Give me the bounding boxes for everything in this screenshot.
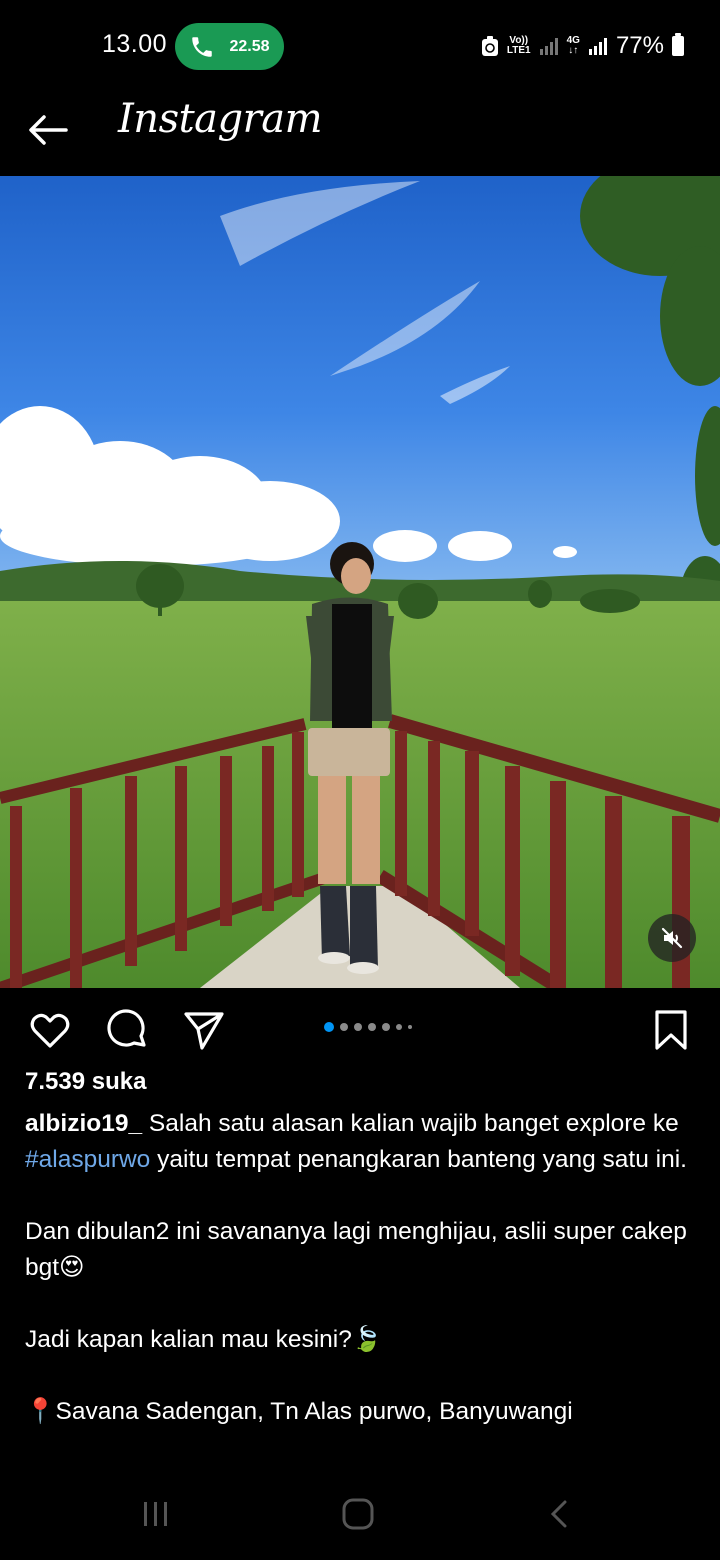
like-count[interactable]: 7.539 suka — [25, 1068, 146, 1096]
ongoing-call-pill[interactable]: 22.58 — [175, 23, 284, 70]
status-bar: 13.00 22.58 Vo)) LTE1 4G ↓↑ 77% — [0, 0, 720, 92]
caption-text: yaitu tempat penangkaran banteng yang sa… — [150, 1146, 687, 1173]
back-nav-icon[interactable] — [536, 1490, 584, 1538]
recycle-icon — [481, 36, 498, 56]
caption-paragraph: Dan dibulan2 ini savananya lagi menghija… — [25, 1218, 687, 1281]
comment-icon[interactable] — [105, 1008, 149, 1052]
carousel-dot — [382, 1023, 390, 1031]
status-time: 13.00 — [102, 30, 168, 58]
post-caption: albizio19_ Salah satu alasan kalian waji… — [25, 1106, 695, 1430]
location-text: 📍Savana Sadengan, Tn Alas purwo, Banyuwa… — [25, 1398, 573, 1425]
carousel-dot — [408, 1025, 412, 1029]
caption-paragraph: albizio19_ Salah satu alasan kalian waji… — [25, 1106, 695, 1178]
post-actions — [0, 988, 720, 1068]
paper-plane-icon[interactable] — [182, 1008, 226, 1052]
signal-icon — [539, 38, 558, 55]
mute-toggle-button[interactable] — [648, 914, 696, 962]
bookmark-icon[interactable] — [649, 1008, 693, 1052]
post-photo[interactable] — [0, 176, 720, 988]
post-image — [0, 176, 720, 988]
phone-icon — [192, 36, 213, 57]
hashtag-link[interactable]: #alaspurwo — [25, 1146, 150, 1173]
signal-icon — [588, 38, 607, 55]
battery-icon — [672, 33, 684, 56]
carousel-indicator — [324, 1022, 412, 1032]
system-nav-bar — [0, 1468, 720, 1560]
caption-paragraph: Jadi kapan kalian mau kesini?🍃 — [25, 1326, 383, 1353]
username-link[interactable]: albizio19_ — [25, 1110, 142, 1137]
volte-label: Vo)) LTE1 — [506, 35, 531, 56]
carousel-dot — [354, 1023, 362, 1031]
recent-apps-icon[interactable] — [132, 1490, 180, 1538]
status-icons: Vo)) LTE1 4G ↓↑ 77% — [481, 32, 684, 60]
instagram-logo: Instagram — [118, 96, 323, 142]
heart-icon[interactable] — [28, 1008, 72, 1052]
app-header: Instagram — [0, 92, 720, 176]
call-timer: 22.58 — [229, 37, 270, 55]
back-arrow-icon[interactable] — [26, 110, 72, 150]
home-icon[interactable] — [334, 1490, 382, 1538]
caption-text: Salah satu alasan kalian wajib banget ex… — [142, 1110, 679, 1137]
speaker-muted-icon — [661, 927, 683, 949]
carousel-dot — [340, 1023, 348, 1031]
carousel-dot — [368, 1023, 376, 1031]
battery-percent: 77% — [615, 32, 664, 59]
carousel-dot — [396, 1024, 402, 1030]
network-type-label: 4G ↓↑ — [566, 35, 580, 56]
carousel-dot-active — [324, 1022, 334, 1032]
